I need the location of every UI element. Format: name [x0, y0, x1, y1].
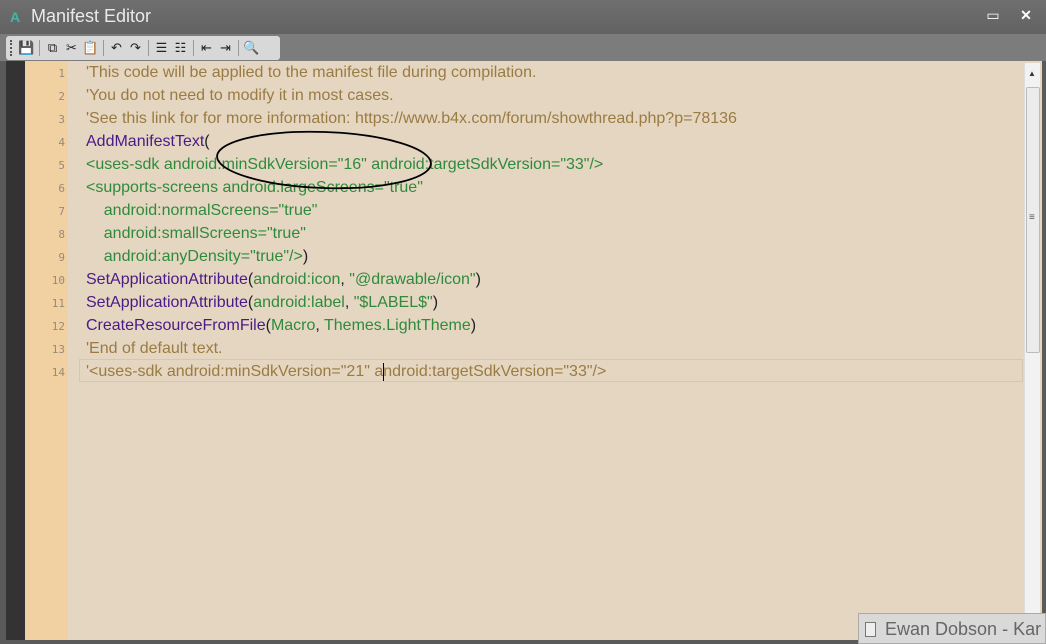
line-number: 10 [51, 274, 65, 287]
grip-icon: ≡ [1029, 212, 1035, 223]
line-number: 11 [51, 297, 65, 310]
line-number: 4 [58, 136, 65, 149]
code-line[interactable]: android:normalScreens="true" [86, 199, 318, 222]
scrollbar-thumb[interactable]: ≡ [1026, 87, 1040, 353]
notification-text: Ewan Dobson - Kar [885, 619, 1042, 639]
toolbar: 💾 ⧉ ✂ 📋 ↶ ↷ ☰ ☷ ⇤ ⇥ 🔍 [6, 36, 280, 60]
code-line[interactable]: AddManifestText( [86, 130, 210, 153]
toolbar-grip[interactable] [10, 40, 14, 56]
maximize-button[interactable]: ▭ [983, 6, 1003, 24]
code-token: ) [475, 271, 481, 288]
margin-bar [6, 61, 25, 640]
code-line[interactable]: 'End of default text. [86, 337, 222, 360]
code-token: , [340, 271, 350, 288]
line-number: 9 [58, 251, 65, 264]
code-token: android:icon [253, 271, 341, 288]
code-token: "$LABEL$" [353, 294, 433, 311]
save-button[interactable]: 💾 [17, 38, 36, 58]
line-number: 7 [58, 205, 65, 218]
speaker-icon [865, 622, 876, 637]
code-line[interactable]: <supports-screens android:largeScreens="… [86, 176, 423, 199]
code-token: android:label [253, 294, 345, 311]
toolbar-separator [39, 40, 40, 56]
code-editor[interactable]: ▲ ≡ 1 'This code will be applied to the m… [6, 61, 1042, 640]
code-token: 'End of default text. [86, 340, 223, 357]
line-number: 1 [58, 67, 65, 80]
code-line[interactable]: 'This code will be applied to the manife… [86, 61, 536, 84]
code-token: ) [302, 248, 309, 265]
code-token: ) [432, 294, 439, 311]
cut-button[interactable]: ✂ [62, 38, 81, 58]
code-line[interactable]: SetApplicationAttribute(android:icon, "@… [86, 268, 481, 291]
toolbar-separator [148, 40, 149, 56]
code-token: SetApplicationAttribute [86, 294, 248, 311]
find-button[interactable]: 🔍 [242, 38, 261, 58]
code-token: , [315, 317, 324, 334]
code-line[interactable]: SetApplicationAttribute(android:label, "… [86, 291, 438, 314]
code-token: android:anyDensity="true"/> [86, 248, 303, 265]
code-token: 'You do not need to modify it in most ca… [86, 87, 394, 104]
scroll-up-icon[interactable]: ▲ [1028, 69, 1036, 78]
window-title: Manifest Editor [31, 6, 152, 26]
undo-button[interactable]: ↶ [107, 38, 126, 58]
toolbar-area: 💾 ⧉ ✂ 📋 ↶ ↷ ☰ ☷ ⇤ ⇥ 🔍 [0, 34, 1046, 61]
code-token: <uses-sdk android:minSdkVersion="16" and… [86, 156, 604, 173]
code-token: CreateResourceFromFile [86, 317, 266, 334]
line-number: 12 [51, 320, 65, 333]
code-token: , [344, 294, 354, 311]
line-number: 6 [58, 182, 65, 195]
app-icon: A [10, 9, 21, 25]
paste-button[interactable]: 📋 [81, 38, 100, 58]
line-number: 3 [58, 113, 65, 126]
code-line[interactable]: 'See this link for for more information:… [86, 107, 737, 130]
code-token: ( [204, 133, 210, 150]
copy-button[interactable]: ⧉ [43, 38, 62, 58]
code-line[interactable]: '<uses-sdk android:minSdkVersion="21" an… [86, 360, 606, 383]
outdent-button[interactable]: ⇤ [197, 38, 216, 58]
line-number: 2 [58, 90, 65, 103]
code-token: '<uses-sdk android:minSdkVersion="21" a [86, 363, 384, 380]
uncomment-button[interactable]: ☷ [171, 38, 190, 58]
code-line[interactable]: android:anyDensity="true"/>) [86, 245, 308, 268]
code-token: SetApplicationAttribute [86, 271, 248, 288]
line-number: 14 [51, 366, 65, 379]
toolbar-separator [103, 40, 104, 56]
code-token: ) [470, 317, 477, 334]
comment-button[interactable]: ☰ [152, 38, 171, 58]
code-token: Macro [270, 317, 316, 334]
code-line[interactable]: 'You do not need to modify it in most ca… [86, 84, 394, 107]
code-token: 'See this link for for more information:… [86, 110, 737, 127]
line-number: 8 [58, 228, 65, 241]
toolbar-separator [238, 40, 239, 56]
code-line[interactable]: <uses-sdk android:minSdkVersion="16" and… [86, 153, 603, 176]
code-line[interactable]: android:smallScreens="true" [86, 222, 306, 245]
code-token: <supports-screens android:largeScreens="… [86, 179, 423, 196]
taskbar-notification[interactable]: Ewan Dobson - Kar [858, 613, 1046, 644]
code-token: android:smallScreens="true" [86, 225, 306, 242]
code-token: android:normalScreens="true" [86, 202, 318, 219]
close-button[interactable]: ✕ [1016, 6, 1036, 24]
code-line[interactable]: CreateResourceFromFile(Macro, Themes.Lig… [86, 314, 476, 337]
title-bar: A Manifest Editor ▭ ✕ [0, 0, 1046, 34]
vertical-scrollbar[interactable]: ▲ ≡ [1024, 63, 1040, 640]
redo-button[interactable]: ↷ [126, 38, 145, 58]
code-token: AddManifestText [86, 133, 205, 150]
code-token: Themes.LightTheme [324, 317, 471, 334]
indent-button[interactable]: ⇥ [216, 38, 235, 58]
code-token: 'This code will be applied to the manife… [86, 64, 537, 81]
code-token: "@drawable/icon" [349, 271, 476, 288]
toolbar-separator [193, 40, 194, 56]
line-number: 5 [58, 159, 65, 172]
line-number: 13 [51, 343, 65, 356]
code-token: ndroid:targetSdkVersion="33"/> [383, 363, 607, 380]
